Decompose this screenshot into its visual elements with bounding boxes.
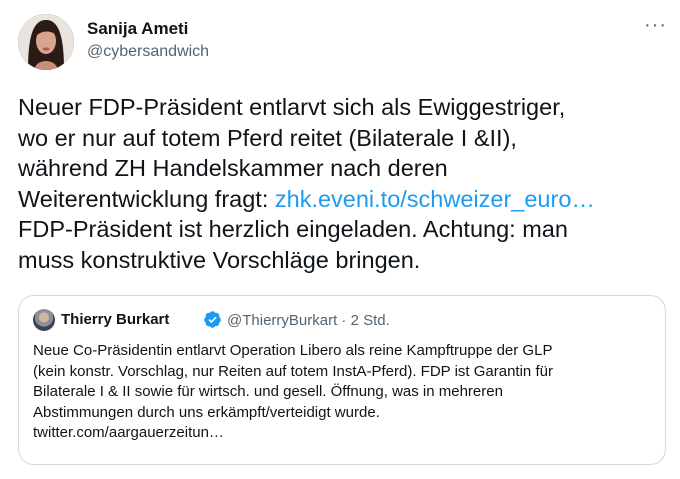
quoted-text-line: (kein konstr. Vorschlag, nur Reiten auf … [33,362,553,380]
quoted-tweet-text: Neue Co-Präsidentin entlarvt Operation L… [33,341,653,444]
quoted-text-line: Neue Co-Präsidentin entlarvt Operation L… [33,342,553,359]
quoted-tweet[interactable]: Thierry Burkart @ThierryBurkart · 2 Std.… [18,295,666,465]
quoted-author-avatar[interactable] [33,309,55,331]
author-handle[interactable]: @cybersandwich [87,43,209,61]
tweet-text: Neuer FDP-Präsident entlarvt sich als Ew… [18,92,668,275]
tweet-text-line: muss konstruktive Vorschläge bringen. [18,246,421,273]
quoted-link[interactable]: twitter.com/aargauerzeitun… [33,423,653,444]
author-name[interactable]: Sanija Ameti [87,19,188,39]
quoted-text-line: Abstimmungen durch uns erkämpft/verteidi… [33,403,380,421]
tweet-text-line: Weiterentwicklung fragt: zhk.eveni.to/sc… [18,184,668,215]
more-horizontal-icon[interactable]: ··· [644,15,667,35]
tweet[interactable]: Sanija Ameti @cybersandwich ··· Neuer FD… [0,0,680,479]
author-avatar[interactable] [18,14,74,70]
tweet-text-line: FDP-Präsident ist herzlich eingeladen. A… [18,216,568,242]
tweet-text-line: wo er nur auf totem Pferd reitet (Bilate… [18,124,517,151]
quoted-author-handle-time[interactable]: @ThierryBurkart · 2 Std. [227,312,390,329]
quoted-author-name[interactable]: Thierry Burkart [61,311,169,328]
tweet-text-line: Neuer FDP-Präsident entlarvt sich als Ew… [18,94,566,120]
tweet-link[interactable]: zhk.eveni.to/schweizer_euro… [275,186,595,212]
verified-badge-icon [204,311,221,328]
tweet-text-segment: Weiterentwicklung fragt: [18,185,275,212]
quoted-text-line: Bilaterale I & II sowie für wirtsch. und… [33,383,503,400]
tweet-text-line: während ZH Handelskammer nach deren [18,155,448,181]
